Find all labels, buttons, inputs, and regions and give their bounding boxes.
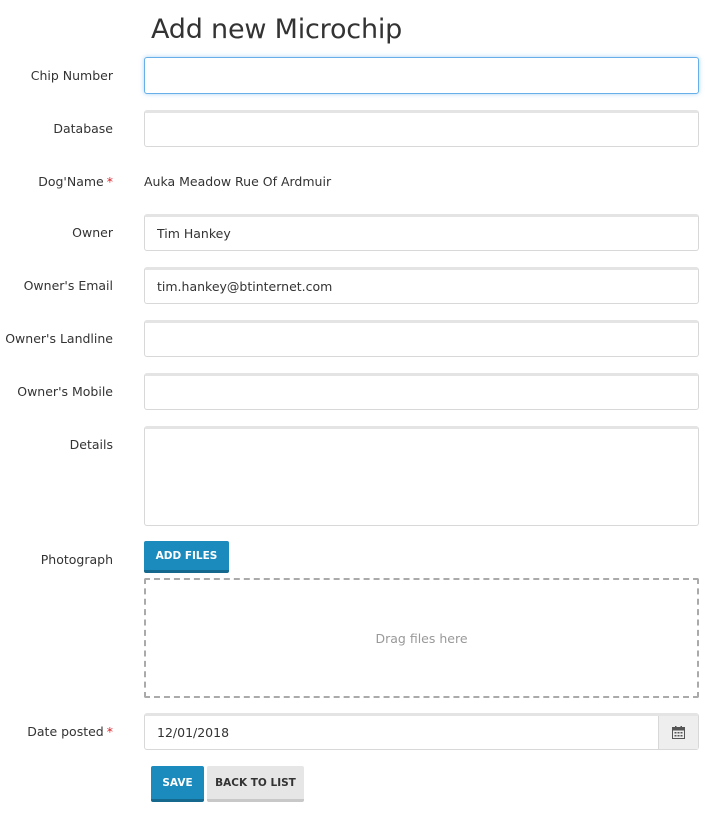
dropzone-text: Drag files here <box>375 630 468 646</box>
details-label: Details <box>69 437 113 452</box>
owner-landline-label: Owner's Landline <box>5 331 113 346</box>
owner-input[interactable] <box>144 214 699 251</box>
owner-email-label: Owner's Email <box>23 278 113 293</box>
database-input[interactable] <box>144 110 699 147</box>
date-picker-button[interactable] <box>658 716 698 749</box>
file-dropzone[interactable]: Drag files here <box>144 578 699 698</box>
owner-email-input[interactable] <box>144 267 699 304</box>
required-marker: * <box>106 724 113 739</box>
dog-name-label: Dog'Name * <box>38 174 113 189</box>
date-posted-label: Date posted * <box>27 724 113 739</box>
page-title: Add new Microchip <box>151 14 403 45</box>
database-label: Database <box>53 121 113 136</box>
dog-name-value: Auka Meadow Rue Of Ardmuir <box>144 174 332 189</box>
chip-number-label: Chip Number <box>30 68 113 83</box>
required-marker: * <box>106 174 113 189</box>
add-files-button[interactable]: ADD FILES <box>144 541 229 573</box>
owner-mobile-input[interactable] <box>144 373 699 410</box>
back-to-list-button[interactable]: BACK TO LIST <box>207 766 304 802</box>
owner-label: Owner <box>72 225 113 240</box>
date-posted-input[interactable] <box>145 716 658 749</box>
chip-number-input[interactable] <box>144 57 699 94</box>
photograph-label: Photograph <box>40 552 113 567</box>
details-textarea[interactable] <box>144 426 699 526</box>
date-posted-label-text: Date posted <box>27 724 104 739</box>
date-posted-field <box>144 713 699 750</box>
owner-mobile-label: Owner's Mobile <box>17 384 113 399</box>
dog-name-label-text: Dog'Name <box>38 174 104 189</box>
owner-landline-input[interactable] <box>144 320 699 357</box>
save-button[interactable]: SAVE <box>151 766 204 802</box>
calendar-icon <box>672 726 685 739</box>
